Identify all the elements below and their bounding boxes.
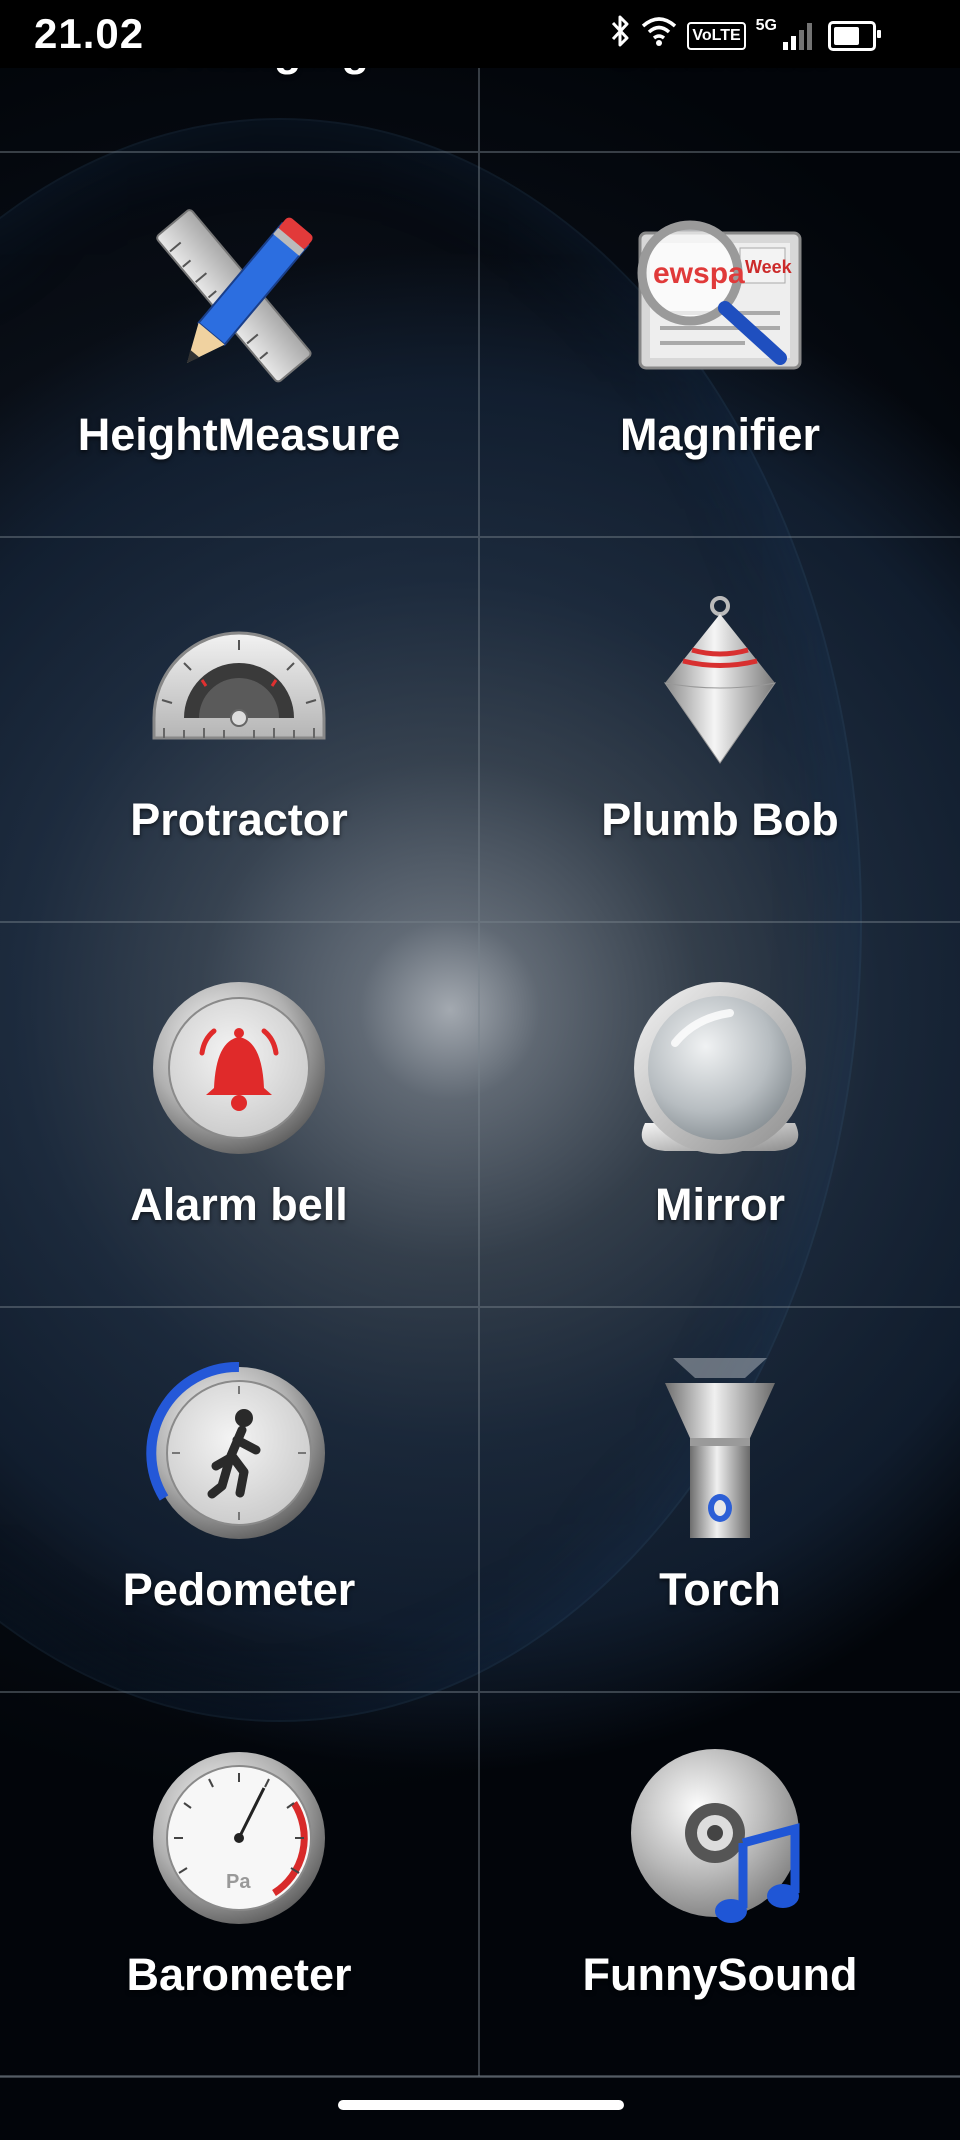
tool-label: Pedometer xyxy=(122,1564,356,1615)
home-indicator[interactable] xyxy=(338,2100,624,2110)
barometer-unit-text: Pa xyxy=(226,1871,251,1893)
tool-tile-barometer[interactable]: Pa Barometer xyxy=(0,1693,480,2076)
tools-row: Protractor Plumb Bob xyxy=(0,538,960,923)
tool-tile-torch[interactable]: Torch xyxy=(480,1308,960,1691)
tool-tile-pedometer[interactable]: Pedometer xyxy=(0,1308,480,1691)
magnifier-newspaper-icon: Week ewspa xyxy=(625,203,815,393)
status-time: 21.02 xyxy=(34,10,145,57)
tool-tile-funny-sound[interactable]: FunnySound xyxy=(480,1693,960,2076)
wifi-icon xyxy=(641,16,677,56)
status-bar: 21.02 VoLTE 5G xyxy=(0,0,960,68)
battery-icon xyxy=(828,21,881,51)
barometer-icon: Pa xyxy=(144,1743,334,1933)
tools-row: Pedometer Torch xyxy=(0,1308,960,1693)
tool-tile-plumb-bob[interactable]: Plumb Bob xyxy=(480,538,960,921)
tool-label: Magnifier xyxy=(619,409,821,460)
tool-tile-protractor[interactable]: Protractor xyxy=(0,538,480,921)
bluetooth-icon xyxy=(609,14,631,58)
network-type-label: 5G xyxy=(755,17,777,34)
tool-tile-alarm-bell[interactable]: Alarm bell xyxy=(0,923,480,1306)
tools-row: Pa Barometer FunnySound xyxy=(0,1693,960,2078)
magnifier-side-text: Week xyxy=(745,257,793,277)
status-icons: VoLTE 5G xyxy=(609,14,881,58)
protractor-icon xyxy=(144,588,334,778)
volte-icon: VoLTE xyxy=(687,22,746,50)
magnifier-lens-text: ewspa xyxy=(653,257,745,290)
tool-label: Mirror xyxy=(654,1179,785,1230)
tools-row: Alarm bell Mirror xyxy=(0,923,960,1308)
mirror-icon xyxy=(625,973,815,1163)
tool-tile-height-measure[interactable]: HeightMeasure xyxy=(0,153,480,536)
tool-tile-magnifier[interactable]: Week ewspa Magnifier xyxy=(480,153,960,536)
alarm-bell-icon xyxy=(144,973,334,1163)
tool-label: Plumb Bob xyxy=(601,794,839,845)
music-disc-icon xyxy=(625,1743,815,1933)
divider xyxy=(0,2075,960,2077)
tool-tile-mirror[interactable]: Mirror xyxy=(480,923,960,1306)
torch-icon xyxy=(625,1358,815,1548)
tools-grid: Pic Hanging Gradienter xyxy=(0,0,960,2078)
signal-icon xyxy=(783,22,812,50)
tool-label: Barometer xyxy=(126,1949,352,2000)
tool-label: Torch xyxy=(659,1564,781,1615)
pedometer-icon xyxy=(144,1358,334,1548)
tool-label: HeightMeasure xyxy=(77,409,401,460)
tool-label: Protractor xyxy=(130,794,348,845)
tools-row: HeightMeasure Week ewspa Magnifier xyxy=(0,153,960,538)
ruler-pencil-icon xyxy=(144,203,334,393)
plumb-bob-icon xyxy=(625,588,815,778)
tool-label: Alarm bell xyxy=(130,1179,348,1230)
tool-label: FunnySound xyxy=(582,1949,858,2000)
